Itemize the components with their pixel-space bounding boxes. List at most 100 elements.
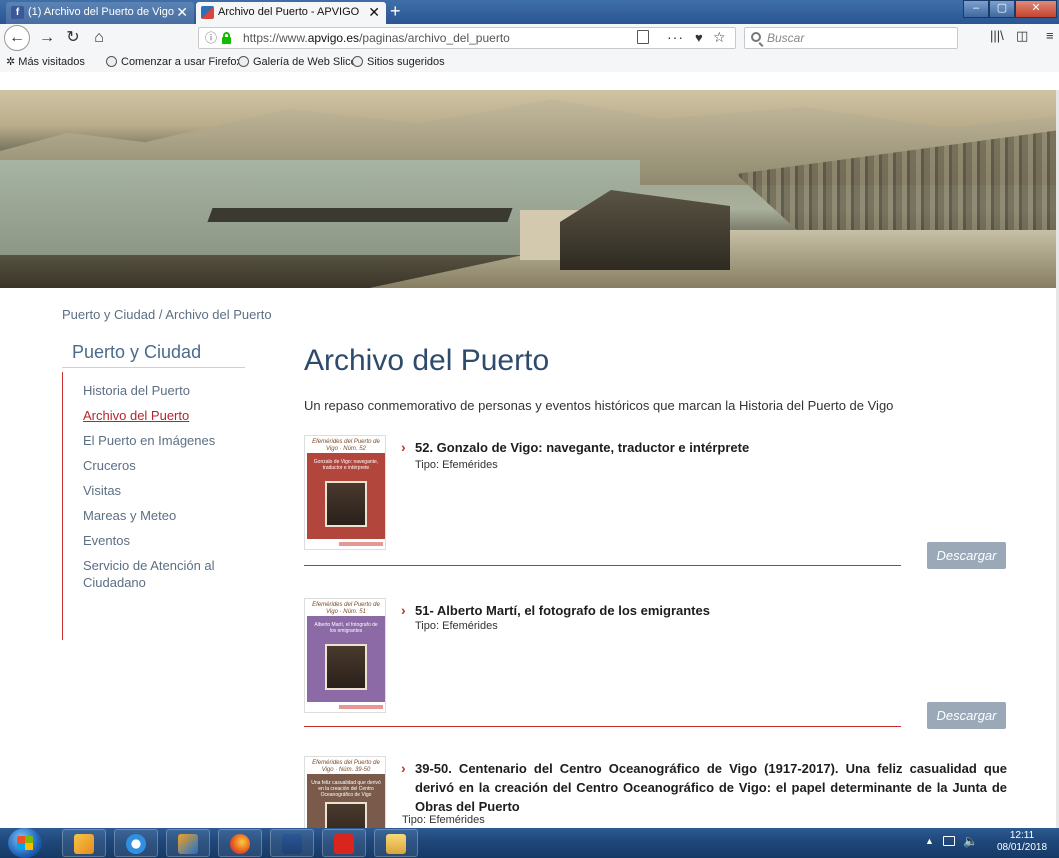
globe-icon (106, 56, 117, 67)
bookmark-web-slice[interactable]: Galería de Web Slice (238, 52, 357, 72)
apvigo-favicon-icon (201, 6, 214, 19)
taskbar-ie[interactable] (114, 829, 158, 857)
url-text: https://www.apvigo.es/paginas/archivo_de… (243, 31, 510, 45)
taskbar-firefox[interactable] (218, 829, 262, 857)
tab-bar: f (1) Archivo del Puerto de Vigo ✕ Archi… (0, 0, 1059, 24)
close-window-button[interactable]: ✕ (1015, 0, 1057, 18)
pdf-icon (334, 834, 354, 854)
system-tray: ▲ 🔈 12:11 08/01/2018 (925, 828, 1055, 858)
clock[interactable]: 12:11 08/01/2018 (993, 830, 1051, 854)
ie-icon (126, 834, 146, 854)
info-icon[interactable]: ⓘ (205, 28, 217, 48)
network-icon[interactable] (943, 836, 955, 846)
sidebar-item-historia[interactable]: Historia del Puerto (62, 382, 247, 399)
sidebar-accent-line (62, 372, 63, 640)
menu-icon[interactable]: ≡ (1046, 28, 1054, 43)
entry-type: Tipo: Efemérides (415, 459, 498, 471)
page-title: Archivo del Puerto (304, 344, 550, 377)
entry-title[interactable]: 51- Alberto Martí, el fotografo de los e… (415, 601, 1007, 620)
entry-type: Tipo: Efemérides (402, 814, 485, 826)
page-actions-icon[interactable]: ··· (667, 27, 684, 47)
sidebar-nav: Puerto y Ciudad Historia del Puerto Arch… (62, 342, 272, 640)
tab-facebook[interactable]: f (1) Archivo del Puerto de Vigo ✕ (6, 2, 194, 24)
sidebar-item-atencion[interactable]: Servicio de Atención al Ciudadano (62, 557, 247, 591)
forward-button[interactable]: → (36, 28, 58, 48)
show-hidden-icons-icon[interactable]: ▲ (925, 836, 934, 846)
thumbnail-cover: Una feliz casualidad que derivó en la cr… (307, 774, 385, 828)
download-button[interactable]: Descargar (927, 702, 1006, 729)
document-thumbnail[interactable]: Efemérides del Puerto de Vigo · Núm. 51 … (304, 598, 386, 713)
volume-icon[interactable]: 🔈 (963, 834, 978, 848)
sidebar-toggle-icon[interactable]: ◫ (1016, 28, 1028, 44)
search-icon (751, 32, 761, 42)
new-tab-button[interactable]: + (390, 0, 401, 22)
download-button[interactable]: Descargar (927, 542, 1006, 569)
sidebar-item-imagenes[interactable]: El Puerto en Imágenes (62, 432, 247, 449)
facebook-icon: f (11, 6, 24, 19)
sidebar-item-mareas[interactable]: Mareas y Meteo (62, 507, 247, 524)
document-thumbnail[interactable]: Efemérides del Puerto de Vigo · Núm. 39-… (304, 756, 386, 828)
chevron-right-icon: › (401, 602, 406, 618)
close-tab-icon[interactable]: ✕ (176, 2, 188, 22)
lock-icon (221, 32, 231, 44)
sidebar-item-cruceros[interactable]: Cruceros (62, 457, 247, 474)
firefox-icon (230, 834, 250, 854)
tab-label: (1) Archivo del Puerto de Vigo (28, 6, 174, 18)
address-bar[interactable]: ⓘ https://www.apvigo.es/paginas/archivo_… (198, 27, 736, 49)
taskbar-explorer[interactable] (374, 829, 418, 857)
taskbar-word[interactable] (270, 829, 314, 857)
bookmark-getting-started[interactable]: Comenzar a usar Firefox (106, 52, 242, 72)
navigation-toolbar: ← → ↻ ⌂ ⓘ https://www.apvigo.es/paginas/… (0, 24, 1059, 72)
entry-title[interactable]: 52. Gonzalo de Vigo: navegante, traducto… (415, 438, 1007, 457)
gear-icon: ✲ (6, 56, 16, 68)
back-button[interactable]: ← (4, 25, 30, 51)
sidebar-item-archivo[interactable]: Archivo del Puerto (62, 407, 247, 424)
sidebar-title[interactable]: Puerto y Ciudad (62, 342, 245, 368)
start-button[interactable] (8, 828, 42, 858)
page-description: Un repaso conmemorativo de personas y ev… (304, 398, 894, 413)
bookmark-star-icon[interactable]: ☆ (713, 27, 726, 47)
windows-taskbar: ▲ 🔈 12:11 08/01/2018 (0, 828, 1059, 858)
reader-view-icon[interactable] (637, 30, 649, 44)
breadcrumb[interactable]: Puerto y Ciudad / Archivo del Puerto (62, 307, 272, 322)
list-item: Efemérides del Puerto de Vigo · Núm. 52 … (304, 435, 1007, 570)
divider (304, 565, 901, 566)
sidebar-item-eventos[interactable]: Eventos (62, 532, 247, 549)
folder-icon (386, 834, 406, 854)
taskbar-outlook[interactable] (62, 829, 106, 857)
home-icon[interactable]: ⌂ (88, 28, 110, 48)
chevron-right-icon: › (401, 760, 406, 776)
bookmark-suggested-sites[interactable]: Sitios sugeridos (352, 52, 445, 72)
list-item: Efemérides del Puerto de Vigo · Núm. 51 … (304, 598, 1007, 729)
minimize-button[interactable]: – (963, 0, 989, 18)
thumbnail-cover: Gonzalo de Vigo: navegante, traductor e … (307, 453, 385, 539)
globe-icon (238, 56, 249, 67)
taskbar-media[interactable] (166, 829, 210, 857)
chevron-right-icon: › (401, 439, 406, 455)
media-icon (178, 834, 198, 854)
entry-type: Tipo: Efemérides (415, 620, 498, 632)
reload-button[interactable]: ↻ (62, 28, 84, 48)
document-thumbnail[interactable]: Efemérides del Puerto de Vigo · Núm. 52 … (304, 435, 386, 550)
globe-icon (352, 56, 363, 67)
search-input[interactable]: Buscar (744, 27, 958, 49)
bookmark-most-visited[interactable]: ✲ Más visitados (6, 52, 85, 72)
tab-apvigo[interactable]: Archivo del Puerto - APVIGO ✕ (196, 2, 386, 24)
maximize-button[interactable]: ▢ (989, 0, 1015, 18)
windows-logo-icon (17, 836, 33, 850)
close-tab-icon[interactable]: ✕ (368, 2, 380, 22)
list-item: Efemérides del Puerto de Vigo · Núm. 39-… (304, 756, 1007, 828)
sidebar-item-visitas[interactable]: Visitas (62, 482, 247, 499)
mail-icon (74, 834, 94, 854)
window-controls: – ▢ ✕ (963, 0, 1057, 18)
thumbnail-cover: Alberto Martí, el fotografo de los emigr… (307, 616, 385, 702)
word-icon (282, 834, 302, 854)
bookmarks-toolbar: ✲ Más visitados Comenzar a usar Firefox … (0, 52, 1059, 72)
taskbar-acrobat[interactable] (322, 829, 366, 857)
entry-title[interactable]: 39-50. Centenario del Centro Oceanográfi… (415, 759, 1007, 816)
divider (304, 726, 901, 727)
library-icon[interactable]: |||\ (990, 28, 1004, 43)
tab-label: Archivo del Puerto - APVIGO (218, 6, 360, 18)
pocket-icon[interactable]: ♥ (695, 28, 703, 48)
hero-harbor-image (0, 90, 1059, 288)
